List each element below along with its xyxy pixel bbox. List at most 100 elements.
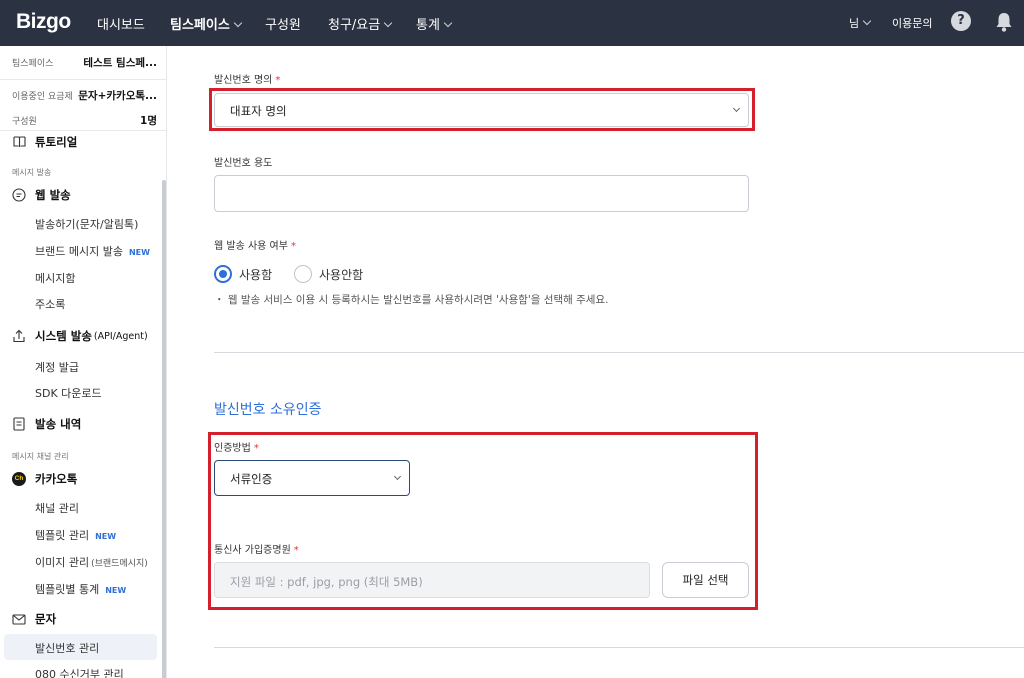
sidebar-item-system-send[interactable]: 시스템 발송 (API/Agent) <box>12 328 148 344</box>
radio-use[interactable]: 사용함 <box>214 265 272 283</box>
file-select-button[interactable]: 파일 선택 <box>662 562 749 598</box>
nav-statistics[interactable]: 통계 <box>416 14 453 33</box>
sidebar-item-channel-manage[interactable]: 채널 관리 <box>35 500 79 516</box>
radio-unchecked-icon <box>294 265 312 283</box>
sidebar-item-account-issue[interactable]: 계정 발급 <box>35 359 79 375</box>
sidebar-item-label: 템플릿별 통계 <box>35 583 100 596</box>
nav-members[interactable]: 구성원 <box>265 14 301 33</box>
document-icon <box>12 417 26 431</box>
member-value: 1명 <box>140 115 157 127</box>
member-label: 구성원 <box>12 117 37 127</box>
required-mark: * <box>275 75 281 86</box>
sidebar-item-label: 튜토리얼 <box>35 135 78 149</box>
sidebar-item-address-book[interactable]: 주소록 <box>35 296 65 312</box>
auth-label: 인증방법 * <box>214 439 259 454</box>
user-name: 님 <box>849 17 860 30</box>
section-label-send: 메시지 발송 <box>12 168 52 177</box>
file-path-placeholder: 지원 파일 : pdf, jpg, png (최대 5MB) <box>230 575 423 589</box>
sidebar-item-label: 웹 발송 <box>35 188 71 202</box>
section-title-ownership: 발신번호 소유인증 <box>214 402 322 418</box>
auth-method-select[interactable]: 서류인증 <box>214 460 410 496</box>
divider <box>0 130 166 131</box>
sidebar-item-sender-number[interactable]: 발신번호 관리 <box>35 640 99 656</box>
chevron-down-icon <box>862 16 872 26</box>
teamspace-info: 팀스페이스 테스트 팀스페... <box>12 55 157 70</box>
new-badge: NEW <box>95 532 117 541</box>
divider <box>214 647 1024 648</box>
nav-teamspace[interactable]: 팀스페이스 <box>170 14 243 33</box>
nav-teamspace-label: 팀스페이스 <box>170 18 230 33</box>
bizgo-logo[interactable]: Bizgo <box>16 10 71 34</box>
auth-label-text: 인증방법 <box>214 443 251 454</box>
sidebar-item-080-reject[interactable]: 080 수신거부 관리 <box>35 666 124 678</box>
radio-nouse[interactable]: 사용안함 <box>294 265 363 283</box>
radio-use-label: 사용함 <box>239 267 273 282</box>
owner-label: 발신번호 명의 * <box>214 71 280 86</box>
upload-icon <box>12 329 26 343</box>
web-use-hint: ・ 웹 발송 서비스 이용 시 등록하시는 발신번호를 사용하시려면 '사용함'… <box>214 294 609 306</box>
help-icon[interactable]: ? <box>951 11 971 31</box>
chat-bubble-icon <box>12 188 26 202</box>
kakao-channel-icon-text: Ch <box>12 472 26 486</box>
chevron-down-icon <box>443 18 453 28</box>
member-info: 구성원 1명 <box>12 113 157 128</box>
sidebar-item-sms[interactable]: 문자 <box>12 611 56 627</box>
new-badge: NEW <box>105 586 127 595</box>
nav-dashboard[interactable]: 대시보드 <box>97 14 145 33</box>
required-mark: * <box>253 443 259 454</box>
sidebar-item-image-manage[interactable]: 이미지 관리 (브랜드메시지) <box>35 554 148 570</box>
plan-value: 문자+카카오톡... <box>78 90 157 102</box>
teamspace-value[interactable]: 테스트 팀스페... <box>83 55 157 70</box>
sidebar-item-template-stats[interactable]: 템플릿별 통계 NEW <box>35 581 126 597</box>
nav-billing[interactable]: 청구/요금 <box>328 14 393 33</box>
sidebar-item-sdk-download[interactable]: SDK 다운로드 <box>35 385 102 401</box>
top-navigation-bar: Bizgo 대시보드 팀스페이스 구성원 청구/요금 통계 님 이용문의 ? <box>0 0 1024 46</box>
sidebar-item-brand-message[interactable]: 브랜드 메시지 발송 NEW <box>35 243 150 259</box>
chevron-down-icon <box>383 18 393 28</box>
auth-method-value: 서류인증 <box>230 472 273 486</box>
plan-info: 이용중인 요금제 문자+카카오톡... <box>12 88 157 103</box>
support-link[interactable]: 이용문의 <box>892 15 932 31</box>
teamspace-label: 팀스페이스 <box>12 59 54 69</box>
bell-icon[interactable] <box>995 11 1013 33</box>
usage-label: 발신번호 용도 <box>214 158 273 169</box>
sidebar-scrollbar[interactable] <box>162 180 166 678</box>
sidebar-item-send-message[interactable]: 발송하기(문자/알림톡) <box>35 216 138 232</box>
mail-icon <box>12 612 26 626</box>
web-use-label: 웹 발송 사용 여부 * <box>214 237 296 252</box>
web-use-label-text: 웹 발송 사용 여부 <box>214 241 288 252</box>
sidebar-item-tutorial[interactable]: 튜토리얼 <box>12 134 77 150</box>
required-mark: * <box>293 545 299 556</box>
file-path-input[interactable]: 지원 파일 : pdf, jpg, png (최대 5MB) <box>214 562 650 598</box>
divider <box>0 79 166 80</box>
sidebar-item-kakaotalk[interactable]: Ch 카카오톡 <box>12 471 77 487</box>
sidebar-item-label: 문자 <box>35 612 57 626</box>
sidebar-item-suffix: (브랜드메시지) <box>91 559 148 569</box>
nav-statistics-label: 통계 <box>416 18 440 33</box>
owner-select-value: 대표자 명의 <box>230 104 287 118</box>
cert-label: 통신사 가입증명원 * <box>214 541 299 556</box>
user-menu[interactable]: 님 <box>849 15 872 31</box>
book-icon <box>12 135 26 149</box>
plan-label: 이용중인 요금제 <box>12 92 73 102</box>
sidebar-item-history[interactable]: 발송 내역 <box>12 416 81 432</box>
nav-billing-label: 청구/요금 <box>328 18 381 33</box>
sidebar: 팀스페이스 테스트 팀스페... 이용중인 요금제 문자+카카오톡... 구성원… <box>0 46 167 678</box>
radio-nouse-label: 사용안함 <box>319 267 364 282</box>
sidebar-item-label: 템플릿 관리 <box>35 529 90 542</box>
sidebar-item-web-send[interactable]: 웹 발송 <box>12 187 71 203</box>
chevron-down-icon <box>732 104 741 113</box>
section-label-channel: 메시지 채널 관리 <box>12 452 69 461</box>
sidebar-item-message-box[interactable]: 메시지함 <box>35 270 75 286</box>
required-mark: * <box>290 241 296 252</box>
owner-select[interactable]: 대표자 명의 <box>214 93 749 127</box>
chevron-down-icon <box>233 18 243 28</box>
sidebar-item-label: 브랜드 메시지 발송 <box>35 245 123 258</box>
sidebar-item-label: 카카오톡 <box>35 472 78 486</box>
sidebar-item-label: 이미지 관리 <box>35 556 90 569</box>
usage-input[interactable] <box>214 175 749 212</box>
kakao-channel-icon: Ch <box>12 472 26 486</box>
sidebar-item-template-manage[interactable]: 템플릿 관리 NEW <box>35 527 116 543</box>
radio-checked-icon <box>214 265 232 283</box>
chevron-down-icon <box>393 472 402 481</box>
